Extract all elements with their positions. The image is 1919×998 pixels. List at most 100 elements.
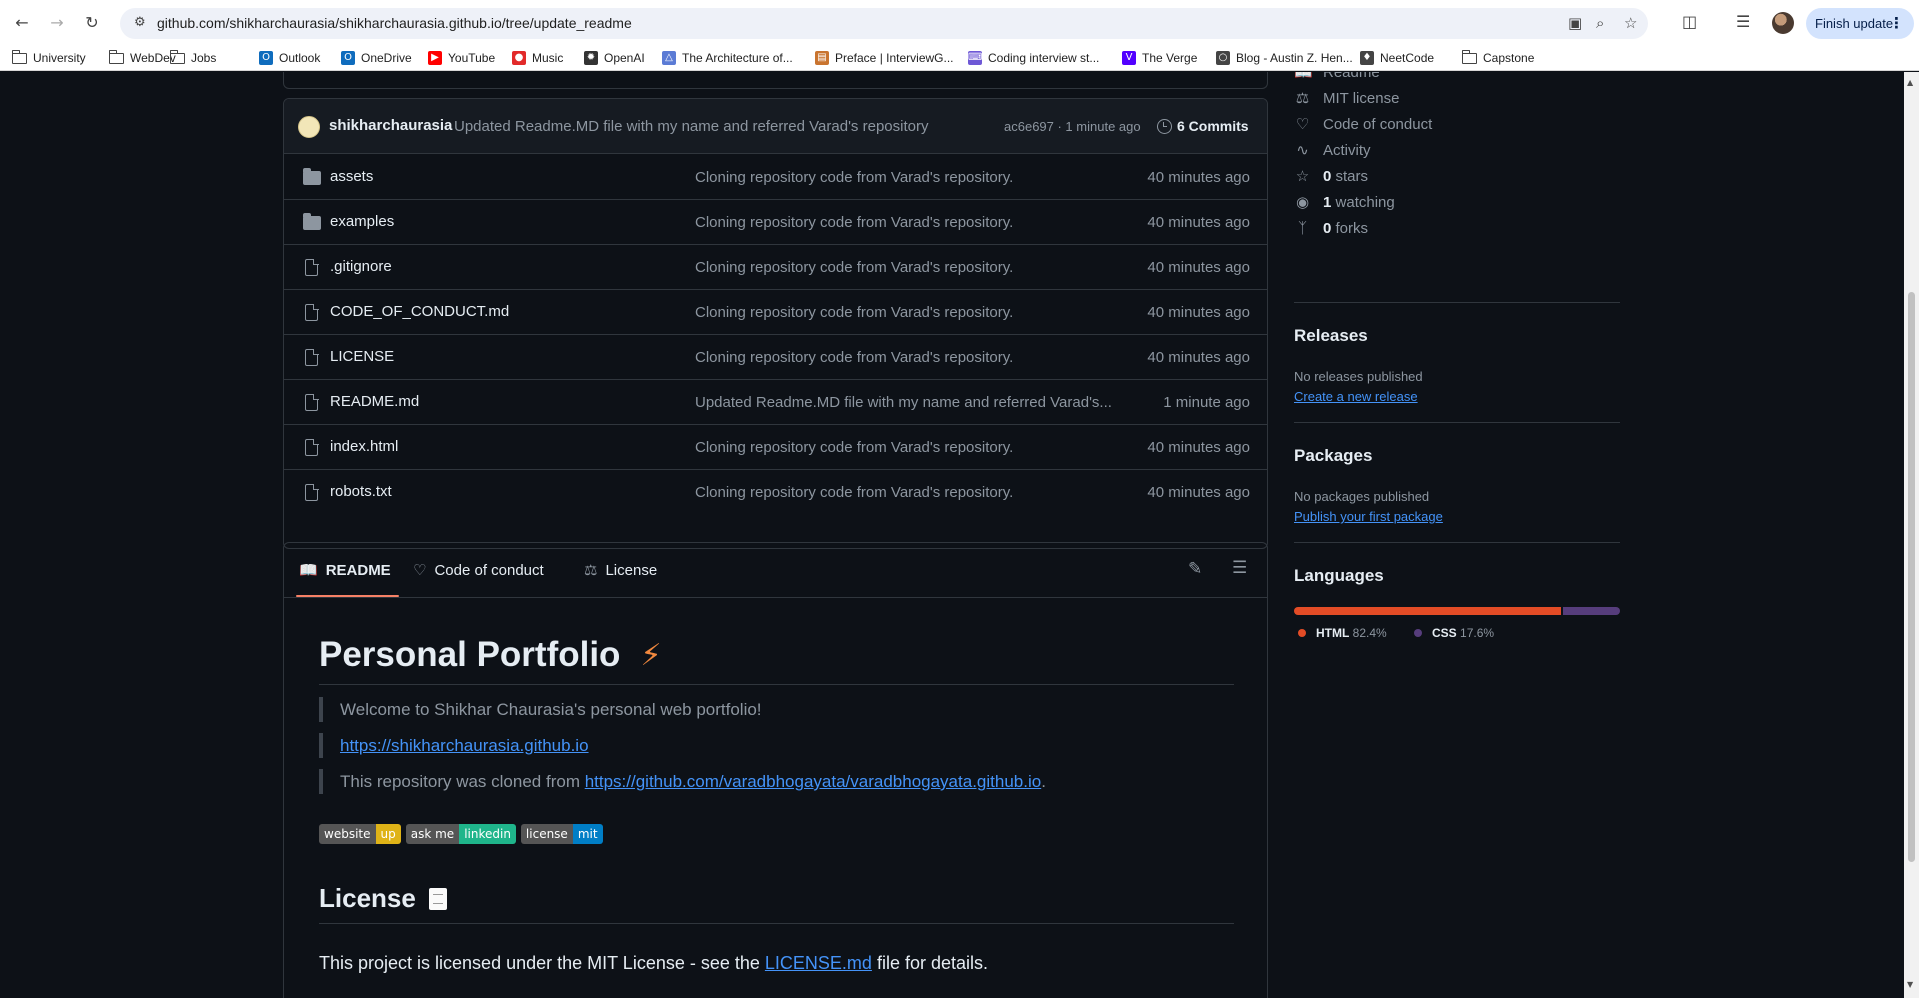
sidebar-link-readme[interactable]: 📖 Readme bbox=[1294, 72, 1380, 81]
bookmark-label: Outlook bbox=[279, 51, 321, 65]
bookmark-outlook[interactable]: O Outlook bbox=[259, 51, 320, 65]
language-html[interactable]: HTML 82.4% bbox=[1298, 626, 1387, 640]
bookmark-folder[interactable]: Capstone bbox=[1461, 49, 1534, 65]
scale-icon: ⚖ bbox=[584, 561, 598, 579]
bookmark-folder[interactable]: University bbox=[11, 49, 86, 65]
file-commit-message[interactable]: Cloning repository code from Varad's rep… bbox=[695, 349, 1013, 366]
file-commit-message[interactable]: Cloning repository code from Varad's rep… bbox=[695, 259, 1013, 276]
file-row[interactable]: LICENSE Cloning repository code from Vara… bbox=[284, 335, 1267, 380]
file-commit-message[interactable]: Cloning repository code from Varad's rep… bbox=[695, 439, 1013, 456]
badge-ask-me[interactable]: ask me linkedin bbox=[405, 824, 516, 844]
commits-count: 6 Commits bbox=[1177, 118, 1249, 134]
sidebar-link-label: 0 forks bbox=[1323, 220, 1368, 237]
back-arrow-icon[interactable]: ← bbox=[12, 13, 32, 33]
bookmark-neetcode[interactable]: ♦ NeetCode bbox=[1360, 51, 1434, 65]
sidebar-link-forks[interactable]: ᛉ0 forks bbox=[1294, 219, 1368, 237]
sidebar-link-code-of-conduct[interactable]: ♡ Code of conduct bbox=[1294, 115, 1432, 133]
address-bar[interactable]: ⚙ github.com/shikharchaurasia/shikharcha… bbox=[120, 8, 1648, 39]
file-row[interactable]: README.md Updated Readme.MD file with my … bbox=[284, 380, 1267, 425]
cloned-repo-link[interactable]: https://github.com/varadbhogayata/varadb… bbox=[585, 772, 1042, 791]
bookmark-verge[interactable]: V The Verge bbox=[1122, 51, 1197, 65]
file-commit-message[interactable]: Cloning repository code from Varad's rep… bbox=[695, 214, 1013, 231]
scroll-up-icon[interactable]: ▲ bbox=[1907, 78, 1913, 87]
language-css[interactable]: CSS 17.6% bbox=[1414, 626, 1494, 640]
folder-icon bbox=[108, 49, 124, 64]
readme-panel: 📖 README ♡ Code of conduct ⚖ License ✎ ☰… bbox=[283, 542, 1268, 998]
pencil-icon[interactable]: ✎ bbox=[1188, 559, 1202, 579]
file-name[interactable]: assets bbox=[330, 168, 373, 185]
bookmark-music[interactable]: ● Music bbox=[512, 51, 563, 65]
file-name[interactable]: index.html bbox=[330, 438, 398, 455]
file-icon bbox=[303, 393, 319, 411]
extensions-icon[interactable]: ◫ bbox=[1682, 12, 1697, 31]
browser-toolbar: ← → ↻ ⚙ github.com/shikharchaurasia/shik… bbox=[0, 0, 1919, 47]
address-url[interactable]: github.com/shikharchaurasia/shikharchaur… bbox=[157, 15, 632, 31]
file-name[interactable]: robots.txt bbox=[330, 483, 392, 500]
file-row[interactable]: examples Cloning repository code from Var… bbox=[284, 200, 1267, 245]
bookmark-architecture[interactable]: △ The Architecture of... bbox=[662, 51, 793, 65]
bookmark-youtube[interactable]: ▶ YouTube bbox=[428, 51, 495, 65]
bookmark-globe[interactable]: ○ Blog - Austin Z. Hen... bbox=[1216, 51, 1353, 65]
scrollbar-thumb[interactable] bbox=[1908, 292, 1915, 862]
site-link[interactable]: https://shikharchaurasia.github.io bbox=[340, 736, 589, 755]
page-scrollbar[interactable]: ▲ ▼ bbox=[1904, 72, 1919, 998]
file-name[interactable]: examples bbox=[330, 213, 394, 230]
media-controls-icon[interactable]: ☰ bbox=[1736, 12, 1750, 31]
badge-website[interactable]: website up bbox=[319, 824, 401, 844]
commits-link[interactable]: 6 Commits bbox=[1157, 118, 1249, 134]
sidebar-divider bbox=[1294, 302, 1620, 303]
bookmark-folder[interactable]: WebDev bbox=[108, 49, 176, 65]
file-commit-message[interactable]: Updated Readme.MD file with my name and … bbox=[695, 394, 1112, 411]
tab-license[interactable]: ⚖ License bbox=[584, 561, 657, 579]
file-commit-message[interactable]: Cloning repository code from Varad's rep… bbox=[695, 484, 1013, 501]
badge-value: linkedin bbox=[459, 824, 516, 844]
bookmark-folder[interactable]: Jobs bbox=[169, 49, 216, 65]
profile-avatar[interactable] bbox=[1772, 12, 1794, 34]
bookmark-preface[interactable]: ▤ Preface | InterviewG... bbox=[815, 51, 954, 65]
badge-license[interactable]: license mit bbox=[520, 824, 603, 844]
install-app-icon[interactable]: ▣ bbox=[1568, 14, 1582, 32]
book-icon: 📖 bbox=[1294, 72, 1313, 81]
publish-package-link[interactable]: Publish your first package bbox=[1294, 509, 1443, 524]
file-row[interactable]: CODE_OF_CONDUCT.md Cloning repository cod… bbox=[284, 290, 1267, 335]
commit-author[interactable]: shikharchaurasia bbox=[329, 117, 452, 134]
file-name[interactable]: LICENSE bbox=[330, 348, 394, 365]
site-info-icon[interactable]: ⚙ bbox=[134, 15, 146, 30]
sidebar-link-mit-license[interactable]: ⚖ MIT license bbox=[1294, 89, 1400, 107]
file-name[interactable]: README.md bbox=[330, 393, 419, 410]
file-row[interactable]: .gitignore Cloning repository code from V… bbox=[284, 245, 1267, 290]
bookmark-coding[interactable]: ⌨ Coding interview st... bbox=[968, 51, 1099, 65]
sidebar-link-stars[interactable]: ☆ 0 stars bbox=[1294, 167, 1368, 185]
languages-heading: Languages bbox=[1294, 566, 1384, 585]
file-commit-message[interactable]: Cloning repository code from Varad's rep… bbox=[695, 169, 1013, 186]
finish-update-button[interactable]: Finish update ⋮ bbox=[1806, 8, 1914, 39]
file-commit-message[interactable]: Cloning repository code from Varad's rep… bbox=[695, 304, 1013, 321]
scroll-down-icon[interactable]: ▼ bbox=[1907, 980, 1913, 989]
license-md-link[interactable]: LICENSE.md bbox=[765, 953, 872, 973]
tab-readme[interactable]: 📖 README bbox=[299, 561, 391, 579]
sidebar-link-activity[interactable]: ∿ Activity bbox=[1294, 141, 1370, 159]
file-icon bbox=[303, 258, 319, 276]
commit-message[interactable]: Updated Readme.MD file with my name and … bbox=[454, 118, 928, 135]
file-row[interactable]: index.html Cloning repository code from V… bbox=[284, 425, 1267, 470]
file-name[interactable]: CODE_OF_CONDUCT.md bbox=[330, 303, 509, 320]
file-row[interactable]: robots.txt Cloning repository code from V… bbox=[284, 470, 1267, 515]
commit-hash[interactable]: ac6e697 · 1 minute ago bbox=[1004, 119, 1141, 134]
more-menu-icon[interactable]: ⋮ bbox=[1889, 14, 1904, 32]
forward-arrow-icon[interactable]: → bbox=[47, 13, 67, 33]
file-row[interactable]: assets Cloning repository code from Varad… bbox=[284, 155, 1267, 200]
packages-heading[interactable]: Packages bbox=[1294, 446, 1372, 466]
file-name[interactable]: .gitignore bbox=[330, 258, 392, 275]
bookmark-star-icon[interactable]: ☆ bbox=[1624, 14, 1637, 32]
bookmark-onedrive[interactable]: O OneDrive bbox=[341, 51, 412, 65]
globe-icon: ○ bbox=[1216, 51, 1230, 65]
releases-heading[interactable]: Releases bbox=[1294, 326, 1368, 346]
zoom-icon[interactable]: ⌕ bbox=[1596, 14, 1604, 32]
reload-icon[interactable]: ↻ bbox=[82, 13, 102, 33]
sidebar-link-watching[interactable]: ◉ 1 watching bbox=[1294, 193, 1395, 211]
bookmark-openai[interactable]: ✹ OpenAI bbox=[584, 51, 645, 65]
commit-author-avatar[interactable] bbox=[298, 116, 320, 138]
tab-code-of-conduct[interactable]: ♡ Code of conduct bbox=[413, 561, 544, 579]
create-release-link[interactable]: Create a new release bbox=[1294, 389, 1418, 404]
outline-list-icon[interactable]: ☰ bbox=[1232, 558, 1247, 578]
